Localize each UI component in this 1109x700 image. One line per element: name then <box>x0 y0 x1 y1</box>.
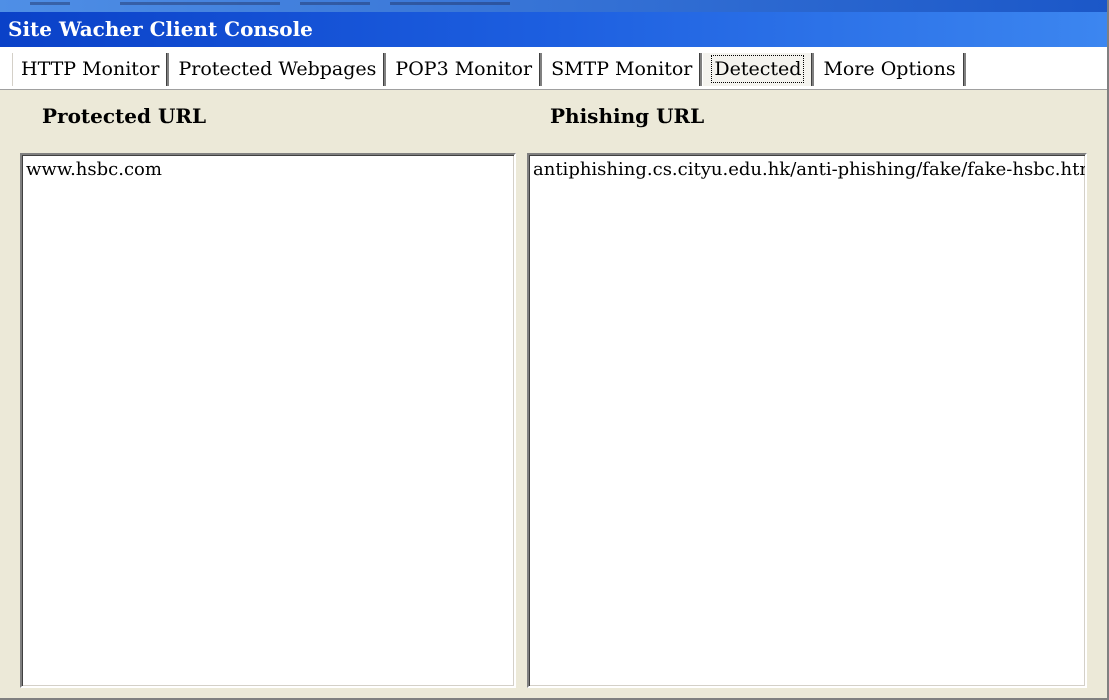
window-top-edge <box>0 0 1107 12</box>
list-item[interactable]: antiphishing.cs.cityu.edu.hk/anti-phishi… <box>529 155 1085 181</box>
phishing-url-list[interactable]: antiphishing.cs.cityu.edu.hk/anti-phishi… <box>527 153 1087 688</box>
tab-smtp-monitor[interactable]: SMTP Monitor <box>542 53 703 86</box>
list-item[interactable]: www.hsbc.com <box>22 155 514 181</box>
window-title: Site Wacher Client Console <box>0 12 1107 47</box>
tab-strip: HTTP Monitor Protected Webpages POP3 Mon… <box>0 47 1107 90</box>
tab-detected[interactable]: Detected <box>702 53 815 86</box>
protected-url-heading: Protected URL <box>42 104 207 128</box>
detected-panel: Protected URL Phishing URL www.hsbc.com … <box>0 90 1107 698</box>
phishing-url-heading: Phishing URL <box>550 104 705 128</box>
tab-protected-webpages[interactable]: Protected Webpages <box>169 53 387 86</box>
tab-pop3-monitor[interactable]: POP3 Monitor <box>386 53 543 86</box>
tab-label: HTTP Monitor <box>21 58 160 80</box>
tab-label: SMTP Monitor <box>551 58 693 80</box>
tab-label: Detected <box>711 55 805 83</box>
client-console-window: Site Wacher Client Console HTTP Monitor … <box>0 0 1109 700</box>
tab-label: More Options <box>823 58 956 80</box>
tab-label: Protected Webpages <box>178 58 377 80</box>
protected-url-list[interactable]: www.hsbc.com <box>20 153 516 688</box>
tab-http-monitor[interactable]: HTTP Monitor <box>12 53 170 86</box>
tab-label: POP3 Monitor <box>395 58 533 80</box>
tab-more-options[interactable]: More Options <box>814 53 966 86</box>
